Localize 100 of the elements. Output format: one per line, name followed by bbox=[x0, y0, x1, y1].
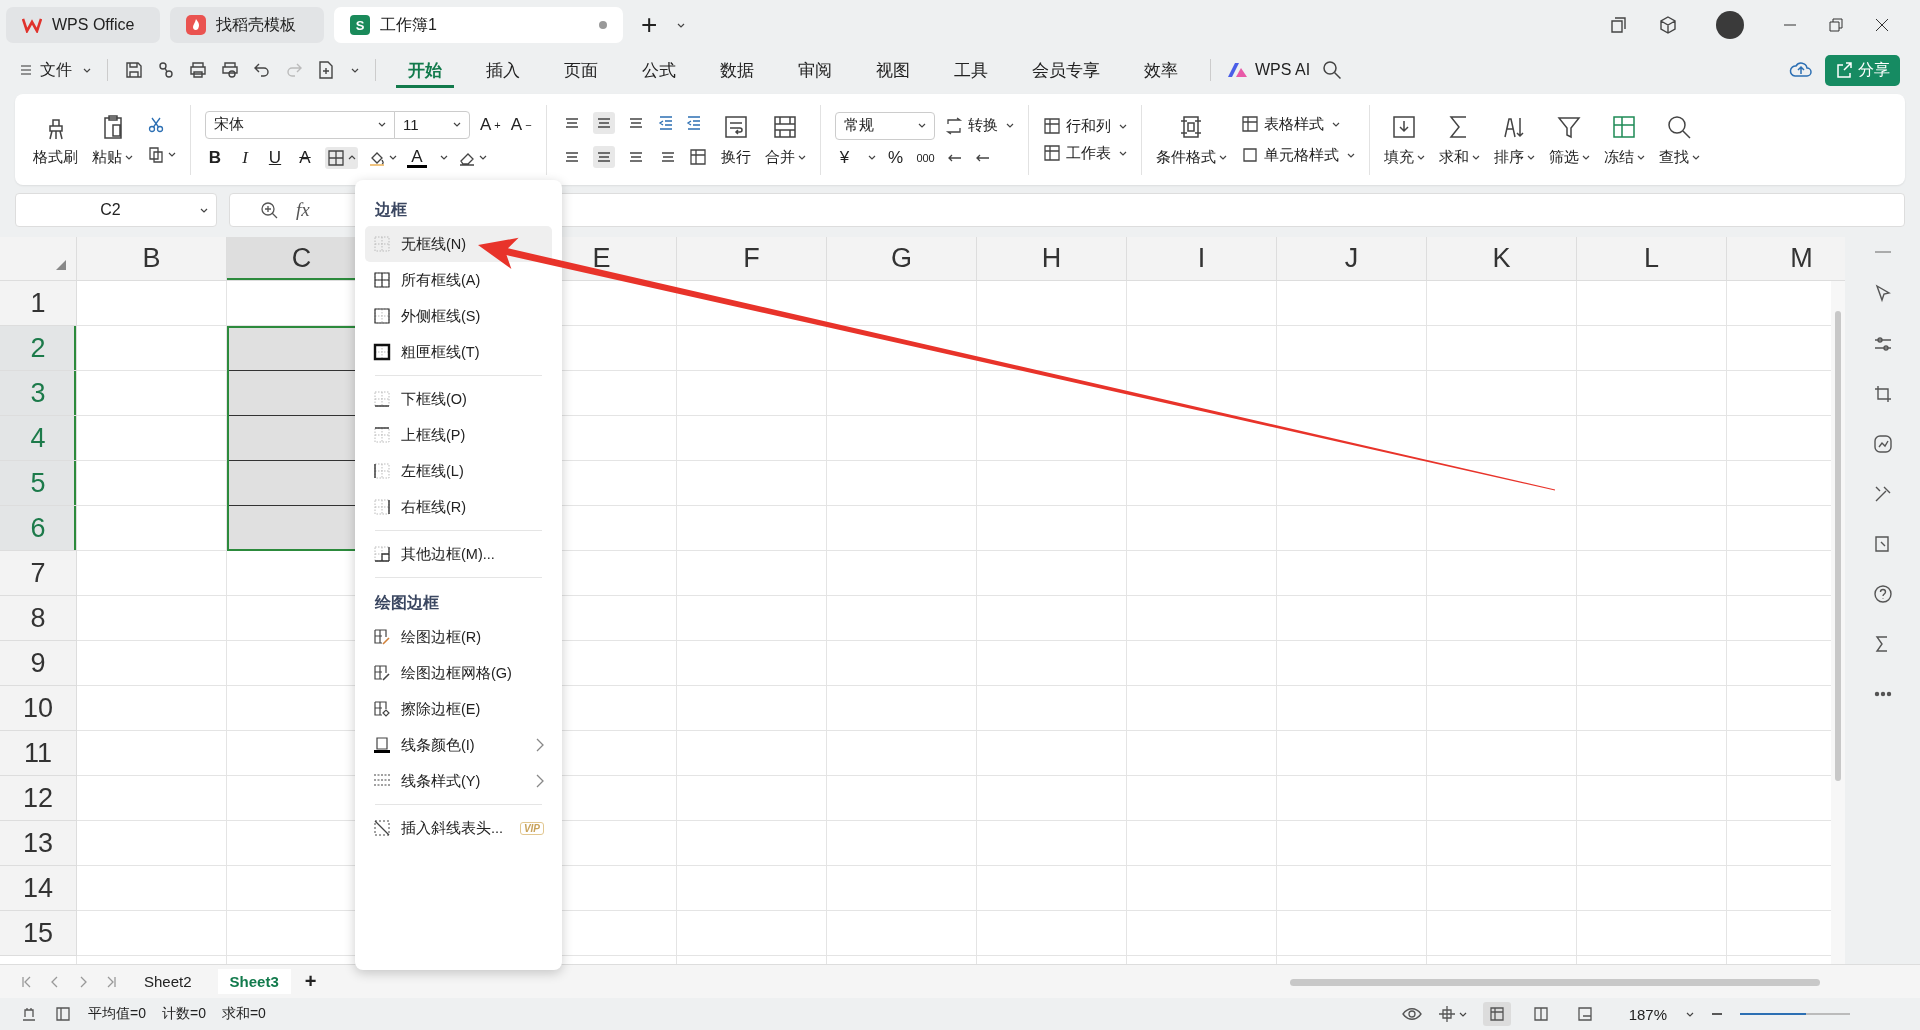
ribbon-tab[interactable]: 公式 bbox=[630, 52, 688, 88]
menu-item[interactable]: 线条颜色(I) bbox=[365, 727, 552, 763]
percent-button[interactable]: % bbox=[885, 147, 906, 168]
search-icon[interactable] bbox=[1322, 60, 1343, 80]
ribbon-tab[interactable]: 工具 bbox=[942, 52, 1000, 88]
cube-icon[interactable] bbox=[1658, 15, 1678, 35]
italic-button[interactable]: I bbox=[235, 147, 255, 168]
avatar[interactable] bbox=[1716, 11, 1744, 39]
row-header[interactable]: 7 bbox=[0, 551, 77, 596]
merge-button[interactable]: 合并 bbox=[764, 112, 806, 167]
ribbon-button[interactable]: 查找 bbox=[1658, 112, 1700, 167]
add-sheet-button[interactable]: + bbox=[304, 970, 317, 993]
eye-icon[interactable] bbox=[1401, 1006, 1422, 1022]
ribbon-tab[interactable]: 数据 bbox=[708, 52, 766, 88]
name-box[interactable]: C2 bbox=[15, 193, 217, 227]
font-size-dropdown[interactable]: 11 bbox=[394, 110, 470, 139]
strikethrough-button[interactable]: A bbox=[295, 147, 315, 168]
column-header[interactable]: M bbox=[1727, 237, 1845, 281]
column-header[interactable]: K bbox=[1427, 237, 1577, 281]
select-all-icon[interactable] bbox=[56, 260, 66, 270]
window-tab[interactable]: S 工作簿1 bbox=[334, 7, 623, 43]
link-icon[interactable] bbox=[156, 60, 176, 80]
row-header[interactable]: 4 bbox=[0, 416, 77, 461]
bold-button[interactable]: B bbox=[205, 147, 225, 168]
new-tab-button[interactable]: + bbox=[641, 9, 658, 41]
ribbon-button[interactable]: 筛选 bbox=[1548, 112, 1590, 167]
menu-item[interactable]: 其他边框(M)... bbox=[365, 536, 552, 572]
ribbon-tab[interactable]: 效率 bbox=[1132, 52, 1190, 88]
currency-button[interactable]: ¥ bbox=[834, 147, 855, 168]
help-icon[interactable] bbox=[1871, 583, 1894, 605]
row-header[interactable]: 15 bbox=[0, 911, 77, 956]
chart-icon[interactable] bbox=[1871, 433, 1894, 455]
row-header[interactable]: 8 bbox=[0, 596, 77, 641]
row-header[interactable]: 11 bbox=[0, 731, 77, 776]
ribbon-tab[interactable]: 视图 bbox=[864, 52, 922, 88]
row-header[interactable]: 10 bbox=[0, 686, 77, 731]
menu-item[interactable]: 擦除边框(E) bbox=[365, 691, 552, 727]
share-button[interactable]: 分享 bbox=[1825, 54, 1900, 86]
menu-item[interactable]: 粗匣框线(T) bbox=[365, 334, 552, 370]
thousands-button[interactable]: 000 bbox=[915, 151, 936, 164]
window-icon[interactable] bbox=[1608, 15, 1628, 35]
ai-button[interactable]: WPS AI bbox=[1227, 61, 1311, 79]
underline-button[interactable]: U bbox=[265, 147, 285, 168]
ribbon-button[interactable]: 填充 bbox=[1383, 112, 1425, 167]
window-tab[interactable]: WPS Office bbox=[6, 7, 160, 43]
row-header[interactable]: 13 bbox=[0, 821, 77, 866]
menu-item[interactable]: 插入斜线表头... VIP bbox=[365, 810, 552, 846]
column-header[interactable]: G bbox=[827, 237, 977, 281]
menu-item[interactable]: 绘图边框网格(G) bbox=[365, 655, 552, 691]
worksheet-button[interactable]: 工作表 bbox=[1042, 143, 1127, 163]
row-header[interactable]: 2 bbox=[0, 326, 77, 371]
sheet-tab[interactable]: Sheet2 bbox=[132, 969, 204, 994]
ribbon-button[interactable]: 排序 bbox=[1493, 112, 1535, 167]
zoom-level[interactable]: 187% bbox=[1628, 1005, 1667, 1023]
wrap-text-button[interactable]: 换行 bbox=[720, 112, 751, 167]
format-painter-button[interactable]: 格式刷 bbox=[33, 112, 78, 167]
paste-button[interactable]: 粘贴 bbox=[92, 112, 133, 167]
view-mode-button[interactable] bbox=[1482, 1002, 1511, 1026]
row-header[interactable]: 5 bbox=[0, 461, 77, 506]
row-header[interactable]: 9 bbox=[0, 641, 77, 686]
row-header[interactable]: 14 bbox=[0, 866, 77, 911]
column-header[interactable]: I bbox=[1127, 237, 1277, 281]
menu-item[interactable]: 线条样式(Y) bbox=[365, 763, 552, 799]
menu-item[interactable]: 上框线(P) bbox=[365, 417, 552, 453]
save-icon[interactable] bbox=[124, 60, 144, 80]
sheet-tab[interactable]: Sheet3 bbox=[217, 969, 291, 994]
font-color-button[interactable]: A bbox=[407, 147, 427, 168]
menu-item[interactable]: 左框线(L) bbox=[365, 453, 552, 489]
print-preview-icon[interactable] bbox=[220, 60, 240, 80]
panel-icon[interactable] bbox=[54, 1005, 72, 1023]
column-header[interactable]: B bbox=[77, 237, 227, 281]
row-header[interactable]: 1 bbox=[0, 281, 77, 326]
close-icon[interactable] bbox=[1874, 17, 1890, 33]
convert-button[interactable]: 转换 bbox=[944, 116, 1014, 135]
menu-item[interactable]: 右框线(R) bbox=[365, 489, 552, 525]
macro-icon[interactable] bbox=[20, 1005, 38, 1023]
column-header[interactable]: L bbox=[1577, 237, 1727, 281]
menu-item[interactable]: 绘图边框(R) bbox=[365, 619, 552, 655]
ribbon-tab[interactable]: 审阅 bbox=[786, 52, 844, 88]
font-dropdown[interactable]: 宋体 bbox=[205, 110, 395, 139]
borders-button[interactable] bbox=[325, 146, 358, 169]
crosshair-icon[interactable] bbox=[1437, 1005, 1456, 1023]
conditional-format-button[interactable]: 条件格式 bbox=[1155, 112, 1227, 167]
column-header[interactable]: J bbox=[1277, 237, 1427, 281]
rows-columns-button[interactable]: 行和列 bbox=[1042, 116, 1127, 136]
ribbon-tab[interactable]: 会员专享 bbox=[1020, 52, 1112, 88]
row-header[interactable]: 3 bbox=[0, 371, 77, 416]
table-style-button[interactable]: 表格样式 bbox=[1240, 114, 1340, 134]
ribbon-button[interactable]: 求和 bbox=[1438, 112, 1480, 167]
cell-style-button[interactable]: 单元格样式 bbox=[1240, 145, 1355, 165]
restore-icon[interactable] bbox=[1828, 17, 1844, 33]
file-menu[interactable]: 文件 bbox=[20, 59, 91, 81]
window-tab[interactable]: 找稻壳模板 bbox=[170, 7, 324, 43]
ribbon-tab[interactable]: 插入 bbox=[474, 52, 532, 88]
menu-item[interactable]: 下框线(O) bbox=[365, 381, 552, 417]
row-header[interactable]: 12 bbox=[0, 776, 77, 821]
print-icon[interactable] bbox=[188, 60, 208, 80]
column-header[interactable]: H bbox=[977, 237, 1127, 281]
number-format-dropdown[interactable]: 常规 bbox=[834, 111, 935, 140]
ribbon-button[interactable]: 冻结 bbox=[1603, 112, 1645, 167]
